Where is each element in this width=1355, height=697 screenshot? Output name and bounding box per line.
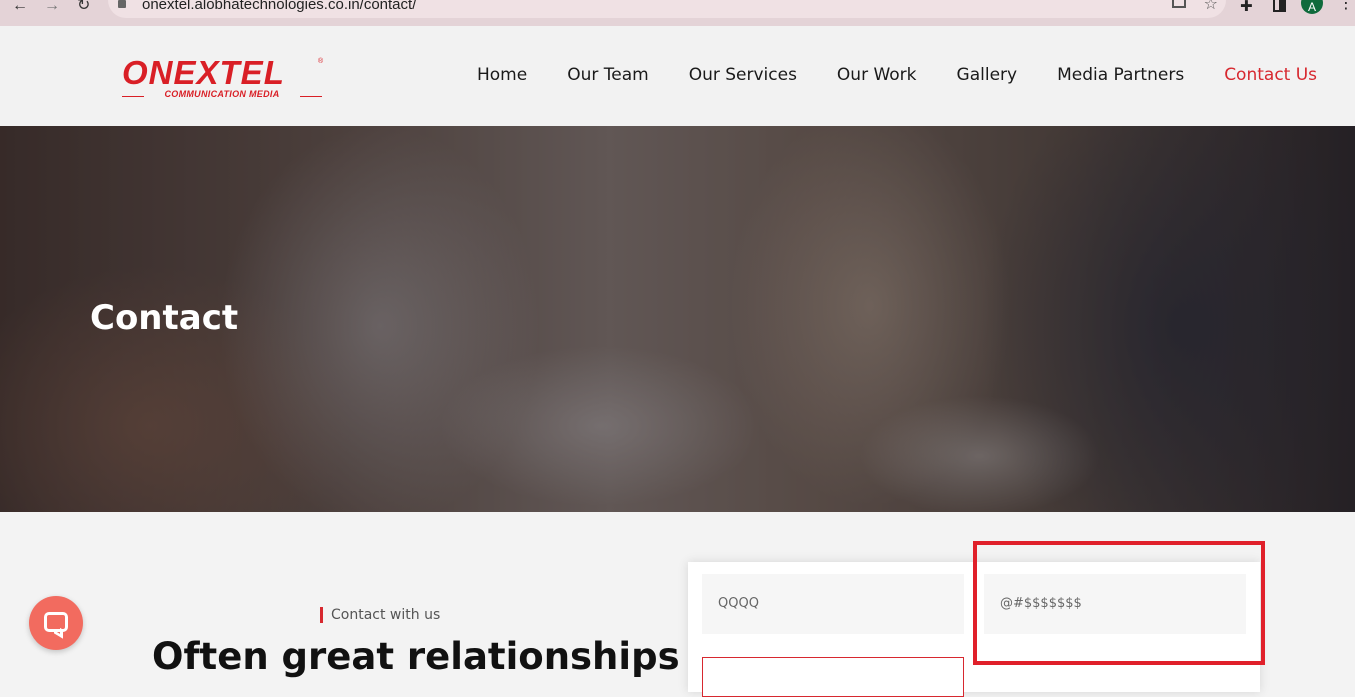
chat-bubble-icon [44, 612, 68, 632]
site-header: ONEXTEL ® COMMUNICATION MEDIA Home Our T… [0, 26, 1355, 126]
nav-contact-us[interactable]: Contact Us [1224, 64, 1317, 88]
logo-tagline: COMMUNICATION MEDIA [122, 89, 322, 99]
section-headline: Often great relationships [152, 635, 680, 678]
address-url[interactable]: onextel.alobhatechnologies.co.in/contact… [142, 0, 416, 13]
browser-menu-icon[interactable]: ⋮ [1338, 0, 1354, 12]
share-icon[interactable] [1172, 0, 1186, 8]
extensions-puzzle-icon[interactable]: ✚ [1240, 0, 1253, 14]
hero-title: Contact [90, 298, 239, 338]
highlight-annotation [973, 541, 1265, 665]
logo-wordmark: ONEXTEL [122, 54, 285, 91]
main-nav: Home Our Team Our Services Our Work Gall… [477, 64, 1317, 88]
lock-icon [118, 0, 126, 8]
browser-toolbar: ← → ↻ onextel.alobhatechnologies.co.in/c… [0, 0, 1355, 26]
logo-registered-mark: ® [318, 58, 324, 65]
chat-widget-button[interactable] [29, 596, 83, 650]
reload-icon[interactable]: ↻ [77, 0, 90, 14]
name-field[interactable]: QQQQ [702, 574, 964, 634]
site-logo[interactable]: ONEXTEL ® COMMUNICATION MEDIA [122, 56, 326, 100]
hero-banner: Contact [0, 126, 1355, 512]
back-arrow-icon[interactable]: ← [12, 0, 28, 14]
nav-gallery[interactable]: Gallery [957, 64, 1018, 88]
profile-avatar[interactable]: A [1301, 0, 1323, 14]
side-panel-icon[interactable] [1273, 0, 1286, 12]
nav-our-work[interactable]: Our Work [837, 64, 917, 88]
nav-home[interactable]: Home [477, 64, 527, 88]
nav-media-partners[interactable]: Media Partners [1057, 64, 1184, 88]
address-bar[interactable]: onextel.alobhatechnologies.co.in/contact… [108, 0, 1226, 18]
nav-our-team[interactable]: Our Team [567, 64, 648, 88]
bookmark-star-icon[interactable]: ☆ [1204, 0, 1218, 14]
forward-arrow-icon[interactable]: → [44, 0, 60, 14]
nav-our-services[interactable]: Our Services [689, 64, 797, 88]
phone-field[interactable] [702, 657, 964, 697]
section-eyebrow: Contact with us [320, 607, 440, 623]
